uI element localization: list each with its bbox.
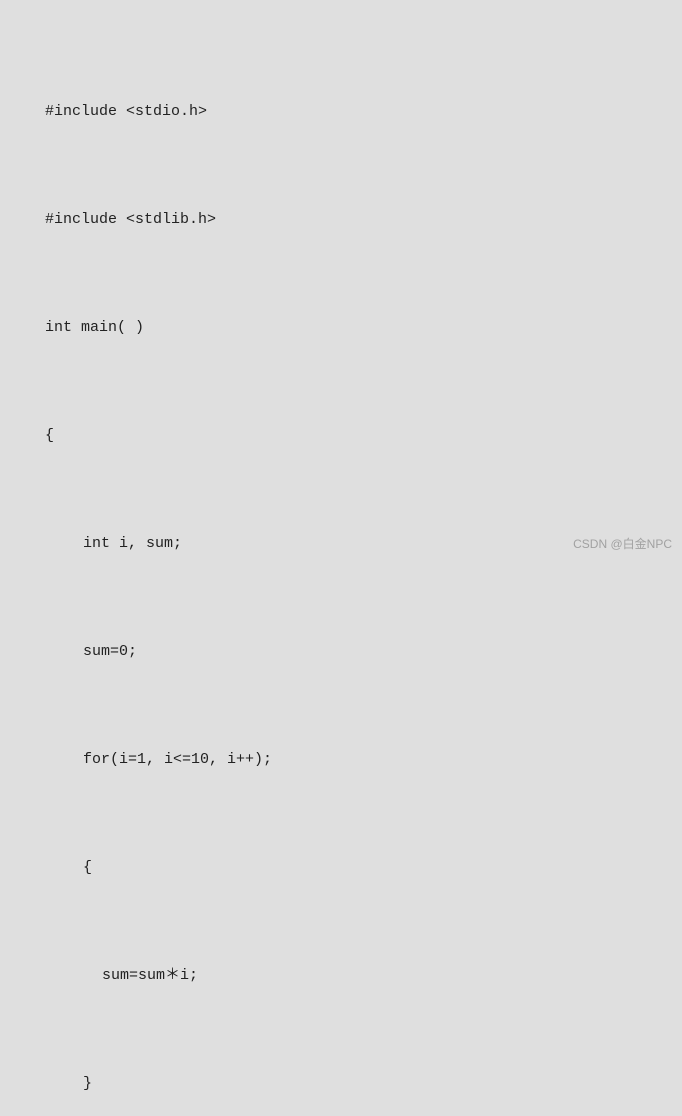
code-block: #include <stdio.h> #include <stdlib.h> i…	[45, 22, 637, 1116]
code-line: sum=sum＊i;	[45, 958, 637, 994]
code-line: {	[45, 418, 637, 454]
code-line: #include <stdlib.h>	[45, 202, 637, 238]
code-line: sum=0;	[45, 634, 637, 670]
code-line: }	[45, 1066, 637, 1102]
code-line: for(i=1, i<=10, i++);	[45, 742, 637, 778]
code-line: int main( )	[45, 310, 637, 346]
code-line: int i, sum;	[45, 526, 637, 562]
code-line: #include <stdio.h>	[45, 94, 637, 130]
watermark: CSDN @白金NPC	[573, 535, 672, 552]
code-line: {	[45, 850, 637, 886]
